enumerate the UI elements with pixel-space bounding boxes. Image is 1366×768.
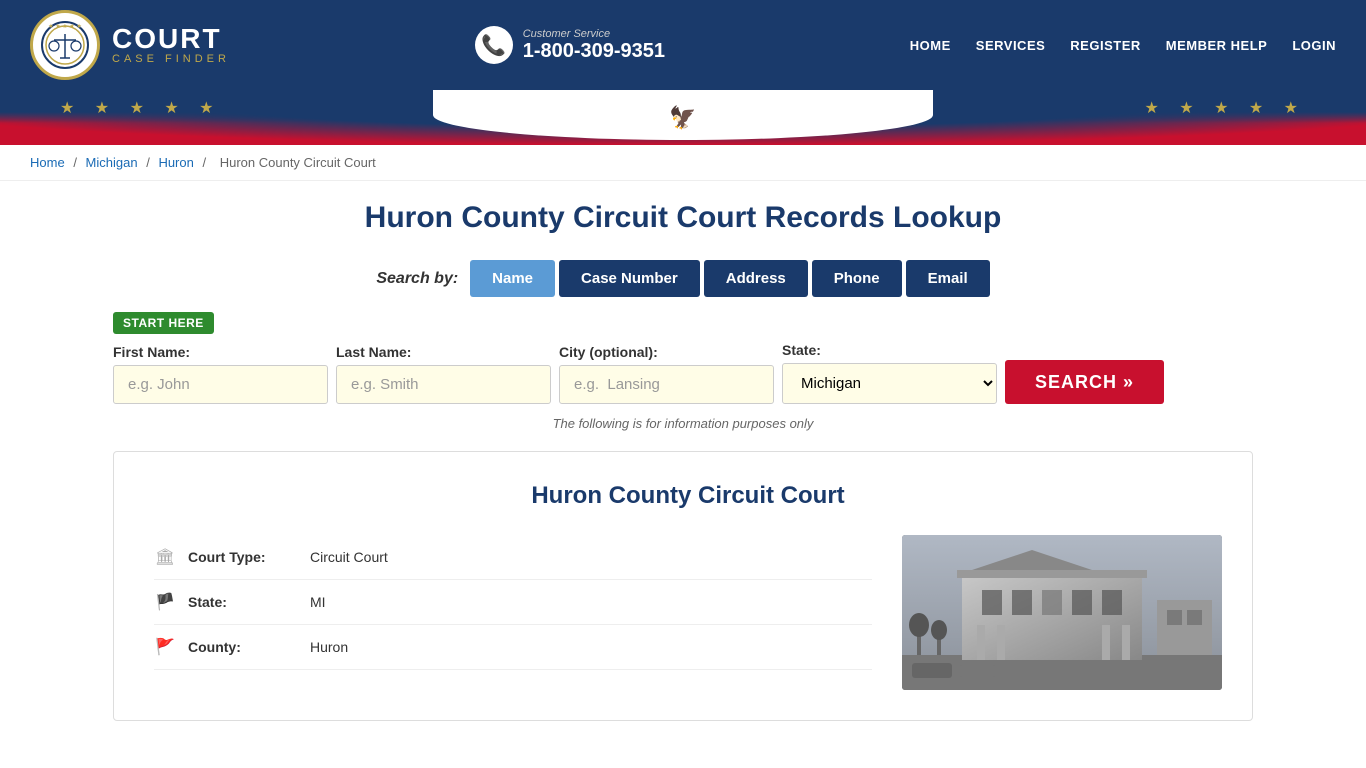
breadcrumb-michigan[interactable]: Michigan [86,155,138,170]
header: ★ ★ ★ ★ ★ COURT CASE FINDER 📞 Customer S… [0,0,1366,90]
state-group: State: Michigan [782,342,997,404]
breadcrumb-sep-2: / [146,155,153,170]
county-label-detail: County: [188,639,298,655]
building-icon: 🏛 [154,547,176,567]
first-name-group: First Name: [113,344,328,404]
detail-row-county: 🚩 County: Huron [154,625,872,670]
flag-icon: 🚩 [154,637,176,657]
nav-register[interactable]: REGISTER [1070,38,1140,53]
start-here-badge: START HERE [113,312,214,334]
city-input[interactable] [559,365,774,404]
county-value-detail: Huron [310,639,348,655]
state-label-detail: State: [188,594,298,610]
logo-badge: ★ ★ ★ ★ ★ [30,10,100,80]
search-by-row: Search by: Name Case Number Address Phon… [113,260,1253,297]
first-name-input[interactable] [113,365,328,404]
court-details: 🏛 Court Type: Circuit Court 🏴 State: MI … [154,535,872,690]
banner-eagle: 🦅 [669,105,696,131]
svg-text:★ ★ ★ ★ ★: ★ ★ ★ ★ ★ [48,23,82,30]
search-form: First Name: Last Name: City (optional): … [113,342,1253,404]
breadcrumb: Home / Michigan / Huron / Huron County C… [0,145,1366,181]
court-info-content: 🏛 Court Type: Circuit Court 🏴 State: MI … [154,535,1222,690]
search-button[interactable]: SEARCH » [1005,360,1164,404]
first-name-label: First Name: [113,344,328,360]
main-nav: HOME SERVICES REGISTER MEMBER HELP LOGIN [910,38,1336,53]
main-content: Huron County Circuit Court Records Looku… [83,181,1283,741]
tab-phone[interactable]: Phone [812,260,902,297]
detail-row-court-type: 🏛 Court Type: Circuit Court [154,535,872,580]
stars-banner: ★ ★ ★ ★ ★ 🦅 ★ ★ ★ ★ ★ ★ ★ ★ ★ [0,90,1366,145]
logo-court-label: COURT [112,25,230,53]
phone-icon: 📞 [475,26,513,64]
breadcrumb-sep-1: / [73,155,80,170]
cs-label: Customer Service [523,28,665,40]
last-name-input[interactable] [336,365,551,404]
detail-row-state: 🏴 State: MI [154,580,872,625]
court-type-label: Court Type: [188,549,298,565]
last-name-group: Last Name: [336,344,551,404]
banner-stars-left: ★ ★ ★ ★ ★ [60,98,222,118]
court-image-placeholder [902,535,1222,690]
tab-address[interactable]: Address [704,260,808,297]
nav-login[interactable]: LOGIN [1292,38,1336,53]
logo-area: ★ ★ ★ ★ ★ COURT CASE FINDER [30,10,230,80]
logo-text: COURT CASE FINDER [112,25,230,65]
court-type-value: Circuit Court [310,549,388,565]
state-select[interactable]: Michigan [782,363,997,404]
state-value-detail: MI [310,594,326,610]
tab-name[interactable]: Name [470,260,555,297]
customer-service: 📞 Customer Service 1-800-309-9351 [475,26,665,64]
city-label: City (optional): [559,344,774,360]
breadcrumb-huron[interactable]: Huron [158,155,193,170]
cs-text: Customer Service 1-800-309-9351 [523,28,665,63]
flag-outline-icon: 🏴 [154,592,176,612]
tab-email[interactable]: Email [906,260,990,297]
court-info-box: Huron County Circuit Court 🏛 Court Type:… [113,451,1253,721]
eagle-icon: 🦅 [669,105,696,131]
breadcrumb-home[interactable]: Home [30,155,65,170]
search-area: Search by: Name Case Number Address Phon… [113,260,1253,431]
search-by-label: Search by: [376,270,458,288]
last-name-label: Last Name: [336,344,551,360]
court-building-svg [902,535,1222,690]
breadcrumb-current: Huron County Circuit Court [220,155,376,170]
court-info-title: Huron County Circuit Court [154,482,1222,510]
breadcrumb-sep-3: / [202,155,209,170]
court-image [902,535,1222,690]
banner-stars-right: ★ ★ ★ ★ ★ [1145,98,1307,118]
logo-case-finder-label: CASE FINDER [112,53,230,65]
tab-case-number[interactable]: Case Number [559,260,700,297]
city-group: City (optional): [559,344,774,404]
nav-services[interactable]: SERVICES [976,38,1046,53]
logo-emblem: ★ ★ ★ ★ ★ [40,20,90,70]
state-label: State: [782,342,997,358]
page-title: Huron County Circuit Court Records Looku… [113,201,1253,235]
nav-member-help[interactable]: MEMBER HELP [1166,38,1268,53]
cs-number: 1-800-309-9351 [523,40,665,63]
nav-home[interactable]: HOME [910,38,951,53]
info-note: The following is for information purpose… [113,416,1253,431]
